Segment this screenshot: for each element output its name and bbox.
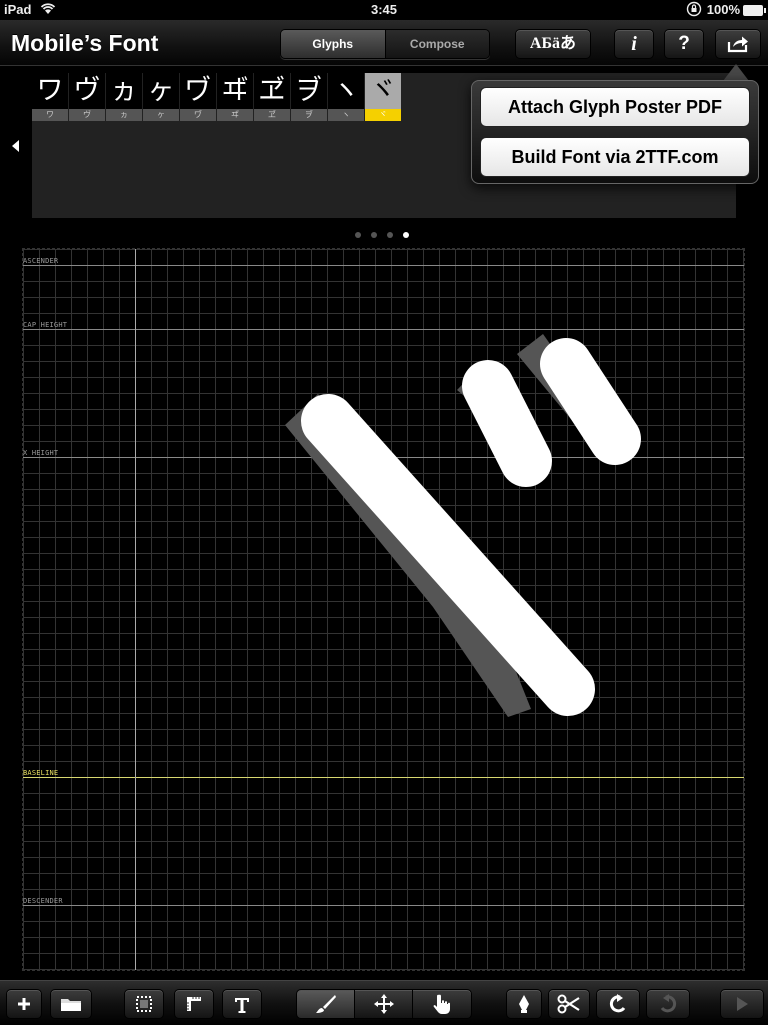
glyph-cell[interactable]: ヶヶ [143, 73, 180, 123]
dakuten-stroke-right [540, 338, 641, 465]
glyph-cell[interactable]: ヵヵ [106, 73, 143, 123]
glyph-label: ヸ [217, 109, 253, 121]
glyph-cell[interactable]: ヺヺ [291, 73, 328, 123]
popover-arrow [723, 64, 749, 81]
page-dot [371, 232, 377, 238]
glyph-cell[interactable]: ヹヹ [254, 73, 291, 123]
page-indicator[interactable] [355, 232, 419, 238]
guides-tool-button[interactable] [174, 989, 214, 1019]
glyph-cell[interactable]: ヽヽ [328, 73, 365, 123]
glyph-label: ヾ [365, 109, 401, 121]
glyph-label: ヶ [143, 109, 179, 121]
undo-icon [609, 993, 626, 1013]
share-icon [727, 36, 748, 52]
glyph-preview: ヶ [143, 73, 180, 109]
page-dot [387, 232, 393, 238]
folder-icon [61, 998, 81, 1011]
tab-glyphs[interactable]: Glyphs [281, 30, 386, 58]
text-tool-button[interactable] [222, 989, 262, 1019]
glyph-label: ヵ [106, 109, 142, 121]
battery-level: 100% [706, 2, 740, 17]
info-button[interactable]: i [614, 29, 654, 59]
text-icon [235, 998, 249, 1014]
build-font-button[interactable]: Build Font via 2TTF.com [480, 137, 750, 177]
glyph-label: ヹ [254, 109, 290, 121]
glyph-canvas[interactable]: ASCENDER CAP HEIGHT X HEIGHT BASELINE DE… [22, 248, 745, 971]
mode-segmented-control: Glyphs Compose [280, 29, 490, 59]
redo-button[interactable] [646, 989, 690, 1019]
help-button[interactable]: ? [664, 29, 704, 59]
page-dot-active [403, 232, 409, 238]
pen-nib-icon [519, 994, 529, 1013]
plus-icon [18, 997, 30, 1010]
previous-page-arrow-icon[interactable] [12, 140, 19, 152]
share-button[interactable] [715, 29, 761, 59]
scripts-button[interactable]: АБäあ [515, 29, 591, 59]
open-folder-button[interactable] [50, 989, 92, 1019]
bottom-toolbar [0, 980, 768, 1025]
glyph-preview: ヾ [365, 73, 402, 109]
glyph-label: ヷ [180, 109, 216, 121]
glyph-preview: ヵ [106, 73, 143, 109]
pen-tool-button[interactable] [506, 989, 542, 1019]
glyph-label: ヽ [328, 109, 364, 121]
marquee-select-icon [136, 995, 152, 1012]
brush-icon [316, 994, 336, 1013]
page-dot [355, 232, 361, 238]
glyph-drawing [285, 334, 641, 717]
glyph-cell[interactable]: ヷヷ [180, 73, 217, 123]
glyph-preview: ヺ [291, 73, 328, 109]
glyph-preview: ヸ [217, 73, 254, 109]
share-popover: Attach Glyph Poster PDF Build Font via 2… [471, 80, 759, 184]
dakuten-stroke-left [462, 360, 552, 487]
hand-pointer-icon [433, 994, 450, 1014]
glyph-preview: ヹ [254, 73, 291, 109]
status-bar: iPad 3:45 100% [0, 0, 768, 20]
glyph-preview: ヽ [328, 73, 365, 109]
battery-icon [743, 5, 766, 16]
tab-compose[interactable]: Compose [385, 30, 489, 58]
play-button[interactable] [720, 989, 764, 1019]
undo-button[interactable] [596, 989, 640, 1019]
glyph-cell[interactable]: ワワ [32, 73, 69, 123]
play-icon [737, 996, 748, 1011]
clock: 3:45 [370, 2, 398, 17]
orientation-lock-icon [686, 1, 702, 20]
move-arrows-icon [374, 993, 394, 1014]
glyph-label: ヴ [69, 109, 105, 121]
brush-tool-button[interactable] [296, 989, 356, 1019]
nav-bar: Mobile’s Font Glyphs Compose АБäあ i ? [0, 20, 768, 66]
glyph-label: ヺ [291, 109, 327, 121]
hand-tool-button[interactable] [412, 989, 472, 1019]
redo-icon [660, 993, 677, 1013]
glyph-list: ワワ ヴヴ ヵヵ ヶヶ ヷヷ ヸヸ ヹヹ ヺヺ ヽヽ ヾヾ [32, 73, 402, 123]
select-tool-button[interactable] [124, 989, 164, 1019]
move-tool-button[interactable] [354, 989, 414, 1019]
glyph-cell[interactable]: ヸヸ [217, 73, 254, 123]
glyph-cell[interactable]: ヴヴ [69, 73, 106, 123]
add-button[interactable] [6, 989, 42, 1019]
page-title: Mobile’s Font [11, 30, 159, 56]
glyph-preview: ヴ [69, 73, 106, 109]
glyph-preview: ワ [32, 73, 69, 109]
scissors-icon [557, 994, 580, 1014]
glyph-label: ワ [32, 109, 68, 121]
cut-button[interactable] [548, 989, 590, 1019]
ruler-icon [187, 996, 201, 1011]
glyph-cell-selected[interactable]: ヾヾ [365, 73, 402, 123]
glyph-preview: ヷ [180, 73, 217, 109]
attach-glyph-poster-button[interactable]: Attach Glyph Poster PDF [480, 87, 750, 127]
